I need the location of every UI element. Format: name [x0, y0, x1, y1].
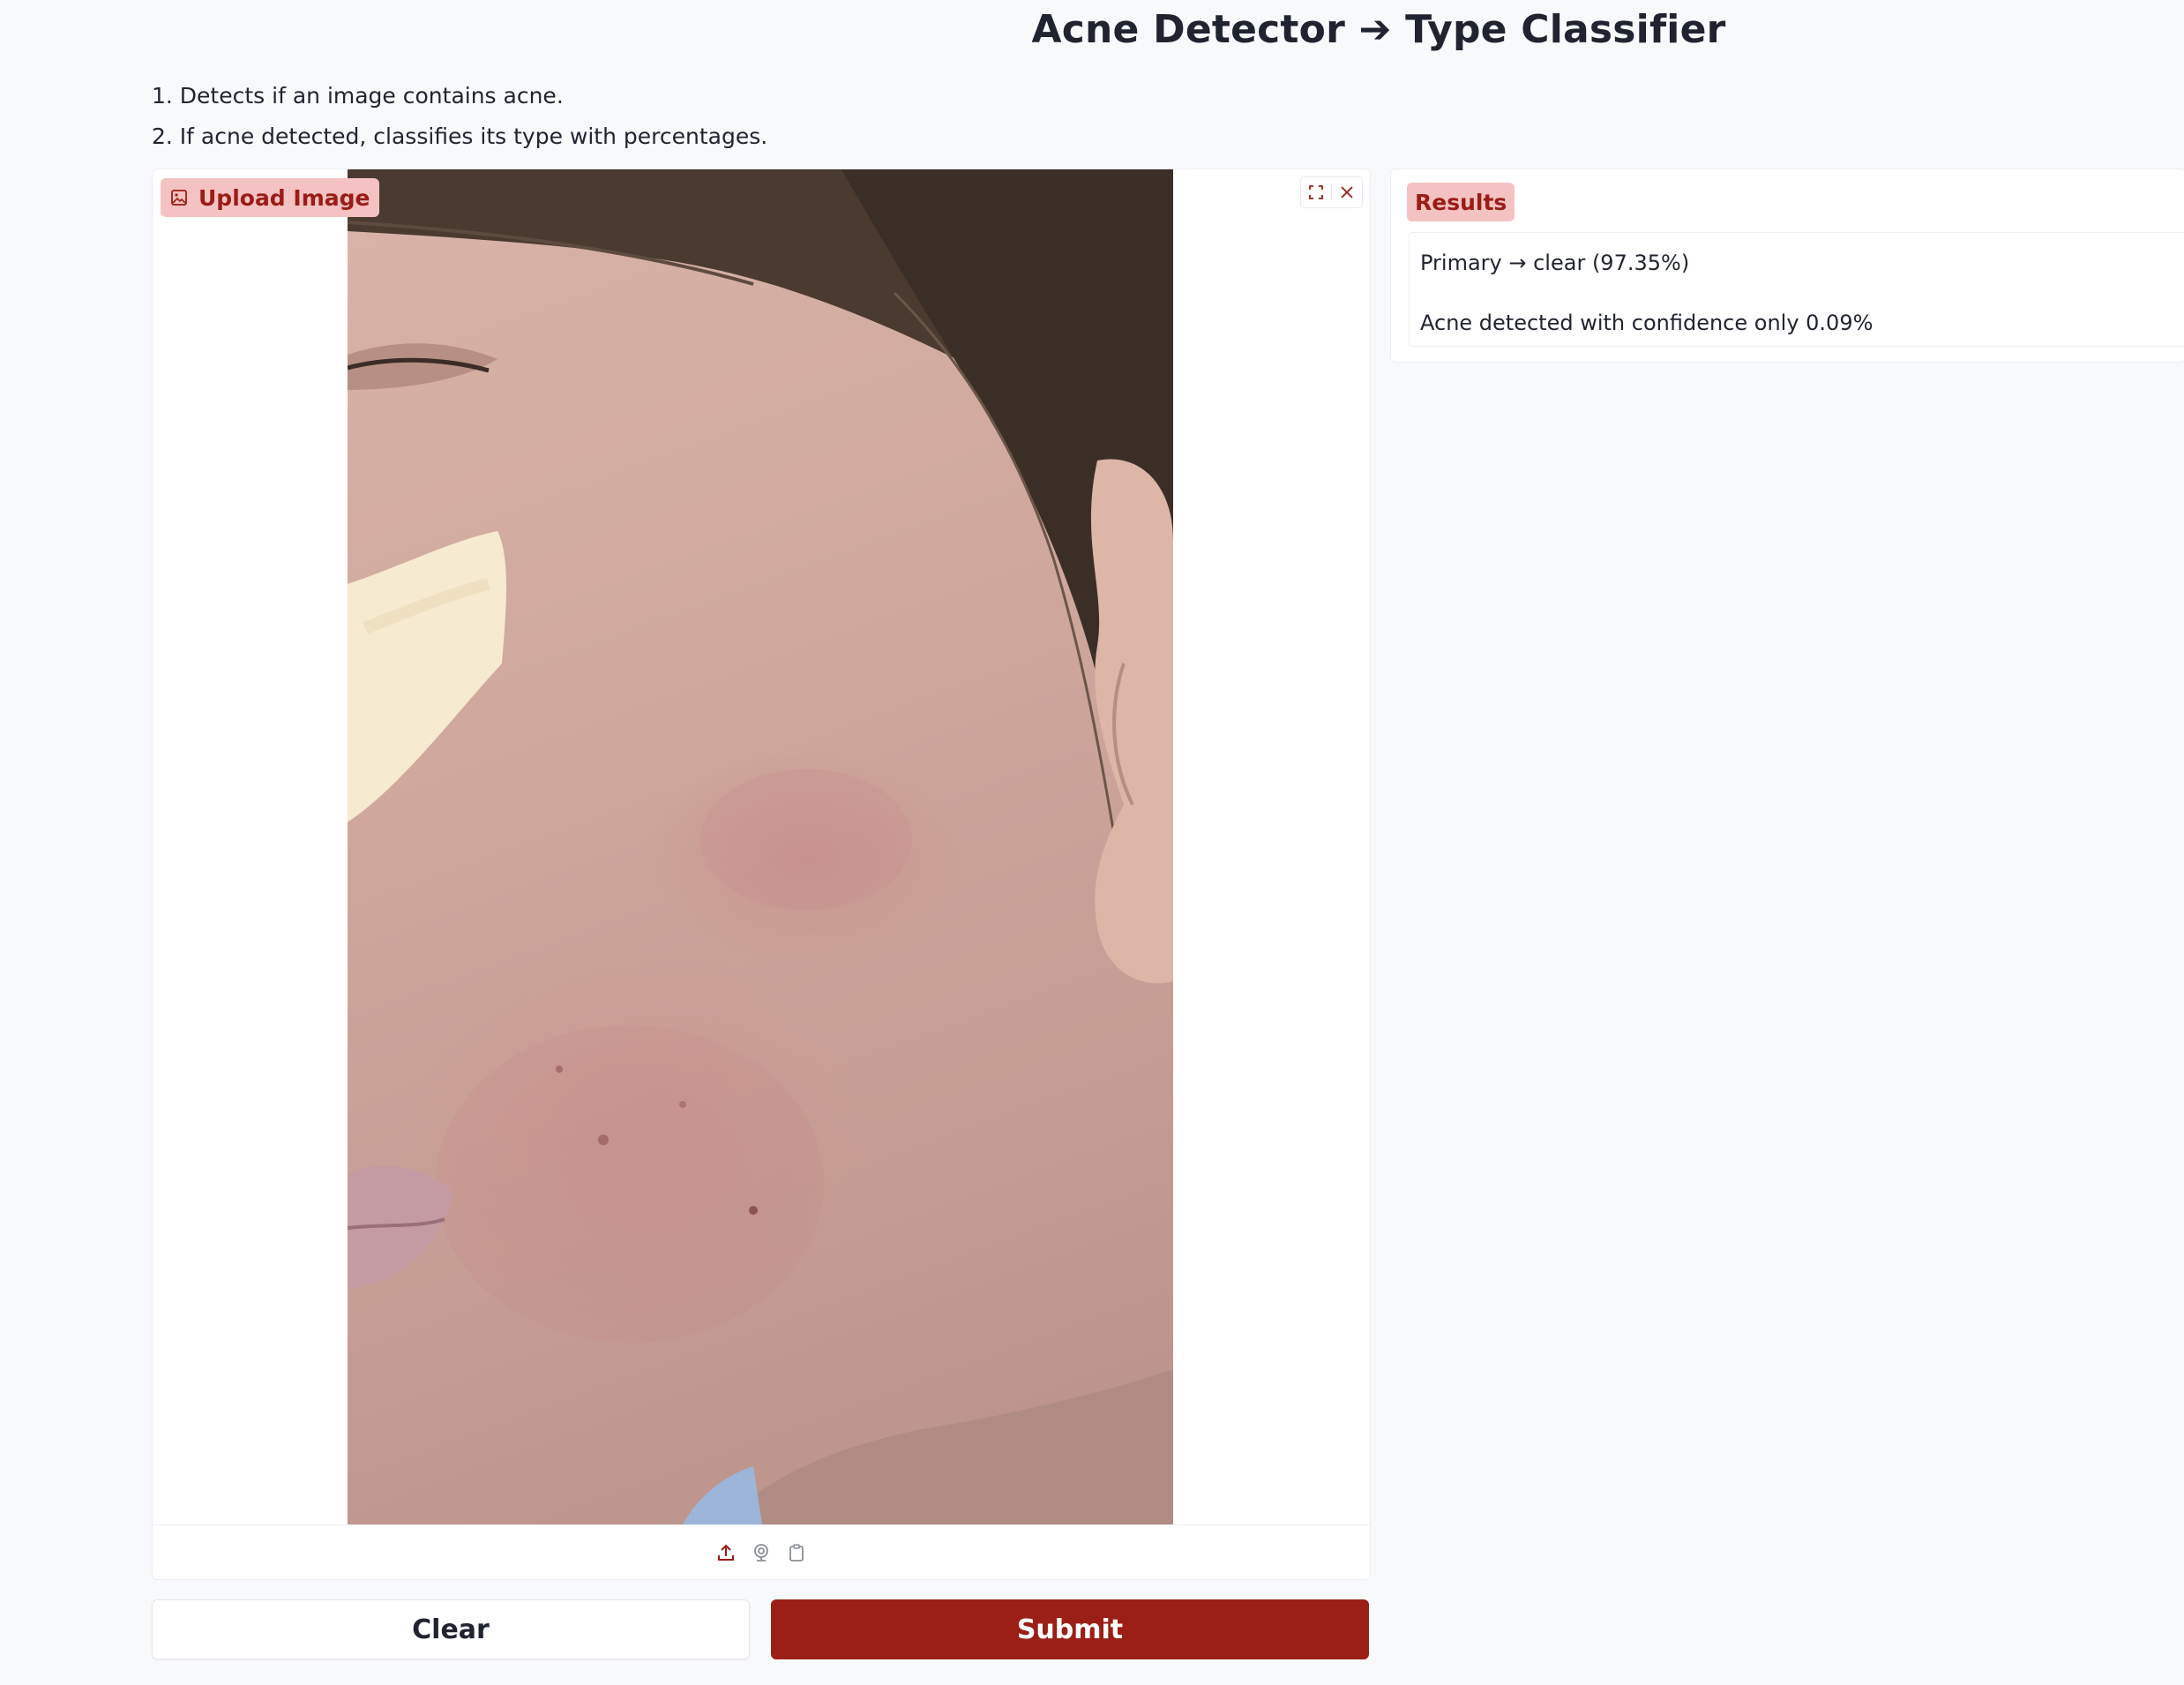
close-icon — [1341, 186, 1353, 198]
app-page: Acne Detector ➔ Type Classifier 1. Detec… — [0, 0, 2184, 1685]
image-toolbar — [1300, 176, 1363, 208]
results-panel: Results Primary → clear (97.35%) Acne de… — [1390, 168, 2184, 363]
results-line-confidence: Acne detected with confidence only 0.09% — [1420, 311, 1874, 335]
clear-button[interactable]: Clear — [152, 1599, 750, 1659]
upload-image-label: Upload Image — [161, 178, 380, 217]
webcam-source-button[interactable] — [751, 1542, 772, 1563]
clipboard-source-button[interactable] — [786, 1542, 807, 1563]
page-title: Acne Detector ➔ Type Classifier — [1031, 7, 1726, 52]
results-label: Results — [1407, 183, 1515, 221]
fullscreen-button[interactable] — [1301, 177, 1331, 207]
image-upload-panel[interactable]: Upload Image — [152, 168, 1371, 1580]
image-source-bar — [153, 1524, 1370, 1579]
description-line-2: 2. If acne detected, classifies its type… — [152, 124, 768, 149]
image-icon — [171, 190, 187, 206]
clear-image-button[interactable] — [1332, 177, 1362, 207]
upload-source-button[interactable] — [715, 1542, 737, 1563]
upload-icon — [718, 1544, 734, 1561]
webcam-icon — [754, 1544, 768, 1561]
description: 1. Detects if an image contains acne. 2.… — [152, 76, 767, 157]
submit-button[interactable]: Submit — [771, 1599, 1369, 1659]
description-line-1: 1. Detects if an image contains acne. — [152, 83, 564, 109]
results-textbox[interactable]: Primary → clear (97.35%) Acne detected w… — [1409, 232, 2184, 347]
face-photo-drawing — [348, 169, 1173, 1524]
upload-image-label-text: Upload Image — [198, 184, 370, 211]
fullscreen-icon — [1309, 185, 1323, 199]
uploaded-face-photo — [348, 169, 1173, 1524]
clipboard-icon — [789, 1544, 804, 1561]
results-line-primary: Primary → clear (97.35%) — [1420, 251, 1690, 275]
